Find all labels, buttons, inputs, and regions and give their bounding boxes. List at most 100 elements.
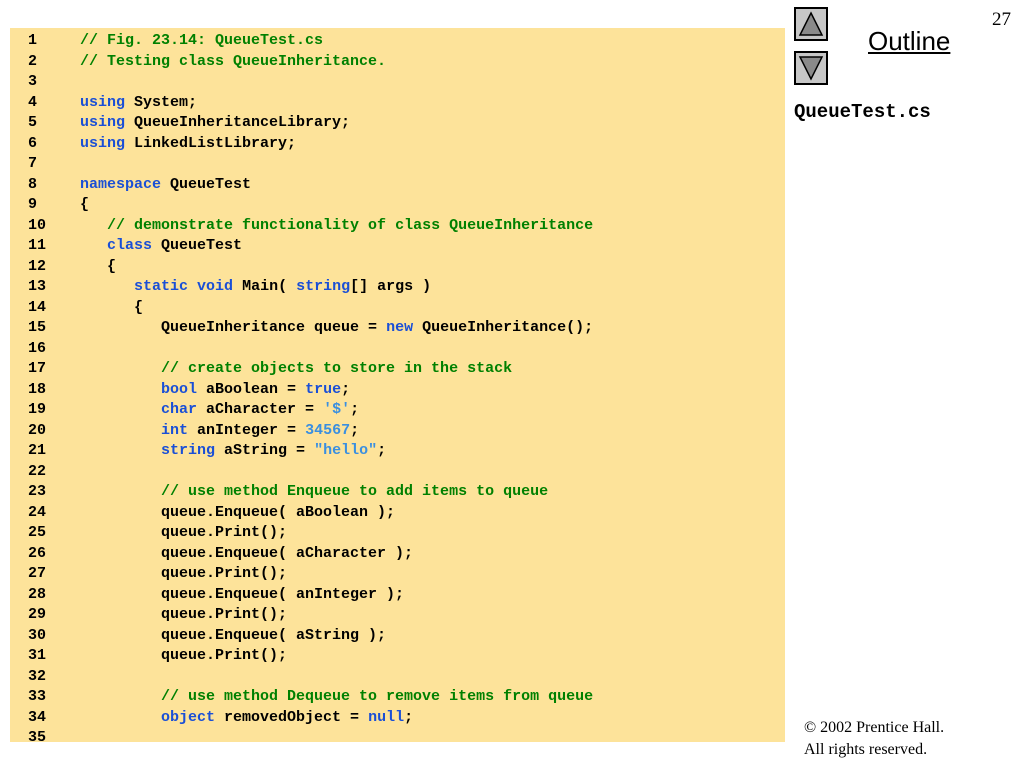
previous-slide-button[interactable]	[794, 7, 828, 41]
code-token: queue.Enqueue( aCharacter );	[80, 544, 414, 562]
code-text: int anInteger = 34567;	[80, 421, 359, 442]
code-line: 26 queue.Enqueue( aCharacter );	[28, 544, 593, 565]
code-token: QueueTest	[152, 237, 243, 254]
line-number: 21	[28, 442, 47, 459]
code-token: ;	[350, 401, 360, 418]
line-number: 7	[28, 155, 38, 172]
line-number: 28	[28, 585, 47, 603]
code-token: static	[134, 278, 189, 295]
code-token: removedObject =	[215, 708, 369, 726]
code-text: namespace QueueTest	[80, 175, 251, 196]
code-token: true	[305, 380, 342, 398]
next-slide-button[interactable]	[794, 51, 828, 85]
code-line: 1 // Fig. 23.14: QueueTest.cs	[28, 31, 593, 52]
code-token: aCharacter =	[197, 401, 324, 418]
triangle-up-icon	[798, 11, 824, 36]
line-number: 12	[28, 257, 47, 275]
code-line: 16	[28, 339, 593, 360]
line-number: 17	[28, 360, 47, 377]
code-token: namespace	[80, 175, 162, 193]
code-token: using	[80, 114, 126, 131]
line-number: 32	[28, 667, 47, 685]
code-token: queue.Enqueue( aBoolean );	[80, 503, 396, 521]
line-number: 15	[28, 319, 47, 336]
line-number: 29	[28, 606, 47, 623]
code-text: {	[80, 195, 89, 216]
line-number: 1	[28, 32, 38, 49]
line-number: 6	[28, 134, 38, 152]
code-line: 29 queue.Print();	[28, 605, 593, 626]
line-number: 31	[28, 647, 47, 664]
code-token: queue.Enqueue( aString );	[80, 626, 387, 644]
line-number: 19	[28, 401, 47, 418]
code-line: 23 // use method Enqueue to add items to…	[28, 482, 593, 503]
code-line: 11 class QueueTest	[28, 236, 593, 257]
code-line: 22	[28, 462, 593, 483]
code-token: ;	[341, 380, 351, 398]
code-line: 32	[28, 667, 593, 688]
code-token: QueueTest	[161, 175, 252, 193]
code-token: // create objects to store in the stack	[161, 360, 513, 377]
code-line: 10 // demonstrate functionality of class…	[28, 216, 593, 237]
code-token: void	[197, 278, 234, 295]
code-token: queue.Print();	[80, 524, 288, 541]
code-text: bool aBoolean = true;	[80, 380, 350, 401]
code-token: QueueInheritanceLibrary;	[125, 114, 351, 131]
code-text: // demonstrate functionality of class Qu…	[80, 216, 593, 237]
code-text: QueueInheritance queue = new QueueInheri…	[80, 318, 593, 339]
line-number: 23	[28, 483, 47, 500]
line-number: 10	[28, 216, 47, 234]
line-number: 24	[28, 503, 47, 521]
code-line: 8 namespace QueueTest	[28, 175, 593, 196]
code-token: [] args )	[350, 278, 432, 295]
code-token: // use method Dequeue to remove items fr…	[161, 688, 594, 705]
copyright-notice: © 2002 Prentice Hall. All rights reserve…	[804, 717, 944, 761]
line-number: 9	[28, 196, 38, 213]
line-number: 5	[28, 114, 38, 131]
code-token: queue.Enqueue( anInteger );	[80, 585, 405, 603]
code-token: class	[107, 237, 153, 254]
code-token: // demonstrate functionality of class Qu…	[107, 216, 594, 234]
code-line: 33 // use method Dequeue to remove items…	[28, 687, 593, 708]
code-text: queue.Print();	[80, 646, 287, 667]
code-token: new	[386, 319, 414, 336]
code-token: object	[161, 708, 216, 726]
code-text: queue.Enqueue( anInteger );	[80, 585, 404, 606]
code-token: using	[80, 93, 126, 111]
code-line: 6 using LinkedListLibrary;	[28, 134, 593, 155]
line-number: 18	[28, 380, 47, 398]
code-line: 31 queue.Print();	[28, 646, 593, 667]
code-token: ;	[404, 708, 414, 726]
outline-link[interactable]: Outline	[868, 26, 950, 57]
code-text: queue.Enqueue( aBoolean );	[80, 503, 395, 524]
code-token: 34567	[305, 421, 351, 439]
code-token: // use method Enqueue to add items to qu…	[161, 483, 549, 500]
code-token: int	[161, 421, 189, 439]
code-token: System;	[125, 93, 198, 111]
code-line: 15 QueueInheritance queue = new QueueInh…	[28, 318, 593, 339]
code-text: // Testing class QueueInheritance.	[80, 52, 386, 73]
code-text: using QueueInheritanceLibrary;	[80, 113, 350, 134]
code-text: queue.Enqueue( aString );	[80, 626, 386, 647]
code-text: static void Main( string[] args )	[80, 277, 431, 298]
code-token: // Fig. 23.14: QueueTest.cs	[80, 32, 324, 49]
code-line: 35	[28, 728, 593, 749]
code-token: char	[161, 401, 198, 418]
code-line: 25 queue.Print();	[28, 523, 593, 544]
copyright-line-2: All rights reserved.	[804, 741, 928, 758]
line-number: 16	[28, 339, 47, 357]
code-token: bool	[161, 380, 198, 398]
line-number: 8	[28, 175, 38, 193]
code-token: {	[80, 196, 90, 213]
code-line: 24 queue.Enqueue( aBoolean );	[28, 503, 593, 524]
line-number: 22	[28, 462, 47, 480]
code-line: 7	[28, 154, 593, 175]
code-token: string	[161, 442, 216, 459]
code-token: {	[80, 257, 117, 275]
code-line: 4 using System;	[28, 93, 593, 114]
